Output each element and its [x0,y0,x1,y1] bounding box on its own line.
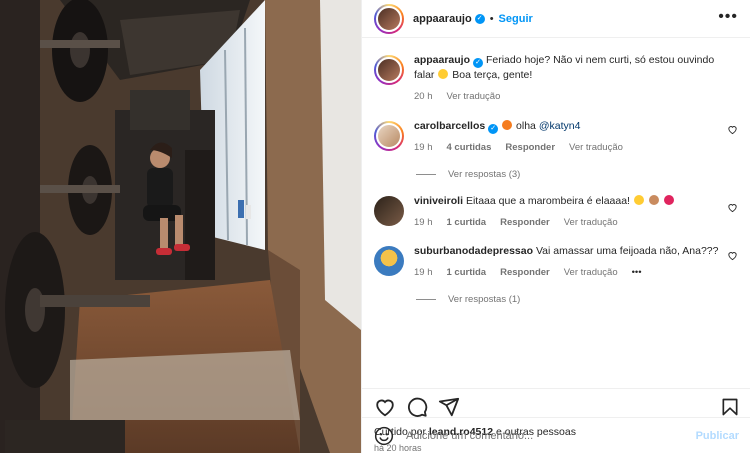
commenter-avatar[interactable] [374,246,404,276]
verified-icon: ✓ [488,124,499,134]
publish-button[interactable]: Publicar [696,430,739,442]
replies-line [416,174,436,175]
comment-mention[interactable]: @katyn4 [539,120,581,132]
fire-emoji-icon [502,120,513,130]
view-replies-button[interactable]: Ver respostas (3) [416,169,738,180]
flex-emoji-icon [648,195,659,205]
comment-time[interactable]: 19 h [414,217,433,228]
gym-photo-image [0,0,361,453]
heart-icon[interactable] [374,396,396,418]
comment-text: carolbarcellos ✓ olha @katyn4 [414,119,724,134]
view-replies-label: Ver respostas (3) [448,169,521,180]
replies-line [416,299,436,300]
comment-text: viniveiroli Eitaaa que a marombeira é el… [414,194,724,209]
caption: appaaraujo ✓ Feriado hoje? Não vi nem cur… [374,38,738,102]
like-comment-heart-icon[interactable] [727,250,738,261]
author-username[interactable]: appaaraujo [413,13,472,25]
comment-time[interactable]: 19 h [414,267,433,278]
comment-meta: 19 h 1 curtida Responder Ver tradução ••… [414,267,724,278]
laugh-emoji-icon [633,195,644,205]
comment-time[interactable]: 19 h [414,142,433,153]
comment: viniveiroli Eitaaa que a marombeira é el… [374,180,738,228]
caption-translate-link[interactable]: Ver tradução [447,91,501,102]
comment-text: suburbanodadepressao Vai amassar uma fei… [414,244,724,259]
commenter-avatar[interactable] [374,121,404,151]
comment: suburbanodadepressao Vai amassar uma fei… [374,228,738,278]
view-replies-button[interactable]: Ver respostas (1) [416,294,738,305]
share-icon[interactable] [438,396,460,418]
view-replies-label: Ver respostas (1) [448,294,521,305]
comments-list[interactable]: appaaraujo ✓ Feriado hoje? Não vi nem cur… [362,38,750,388]
post-details-panel: appaaraujo ✓ • Seguir ••• appaaraujo ✓ Fe… [361,0,750,453]
comment-likes[interactable]: 1 curtida [447,217,487,228]
comment-body: olha [516,120,536,132]
comment-more-icon[interactable]: ••• [632,267,642,278]
comment-meta: 19 h 4 curtidas Responder Ver tradução [414,142,724,153]
caption-text: appaaraujo ✓ Feriado hoje? Não vi nem cur… [414,53,724,83]
comment: carolbarcellos ✓ olha @katyn4 19 h 4 curt… [374,102,738,153]
author-avatar[interactable] [374,3,404,34]
add-comment-bar: Adicione um comentário... Publicar [362,417,750,453]
comment-likes[interactable]: 4 curtidas [447,142,492,153]
reply-button[interactable]: Responder [500,267,550,278]
like-comment-heart-icon[interactable] [727,202,738,213]
translate-link[interactable]: Ver tradução [569,142,623,153]
more-options-icon[interactable]: ••• [718,9,738,25]
instagram-post-view: appaaraujo ✓ • Seguir ••• appaaraujo ✓ Fe… [0,0,750,453]
bookmark-icon[interactable] [720,397,740,417]
separator-dot: • [489,12,494,25]
grimace-emoji-icon [438,69,449,79]
comment-body: Vai amassar uma feijoada não, Ana??? [535,245,719,257]
verified-icon: ✓ [473,58,484,68]
comment-meta: 19 h 1 curtida Responder Ver tradução [414,217,724,228]
emoji-icon[interactable] [374,426,394,446]
caption-avatar[interactable] [374,55,404,85]
verified-icon: ✓ [474,13,485,24]
comment-icon[interactable] [406,396,428,418]
reply-button[interactable]: Responder [505,142,555,153]
caption-meta: 20 h Ver tradução [414,91,724,102]
commenter-avatar[interactable] [374,196,404,226]
comment-username[interactable]: suburbanodadepressao [414,245,533,257]
red-heart-emoji-icon [663,195,674,205]
post-header: appaaraujo ✓ • Seguir ••• [362,0,750,38]
caption-username[interactable]: appaaraujo [414,54,470,66]
comment-username[interactable]: carolbarcellos [414,120,485,132]
reply-button[interactable]: Responder [500,217,550,228]
translate-link[interactable]: Ver tradução [564,217,618,228]
translate-link[interactable]: Ver tradução [564,267,618,278]
comment-username[interactable]: viniveiroli [414,195,463,207]
post-photo[interactable] [0,0,361,453]
like-comment-heart-icon[interactable] [727,124,738,135]
caption-time[interactable]: 20 h [414,91,433,102]
comment-likes[interactable]: 1 curtida [447,267,487,278]
caption-end: Boa terça, gente! [452,69,533,81]
follow-button[interactable]: Seguir [499,13,533,25]
comment-input[interactable]: Adicione um comentário... [406,430,533,442]
comment-body: Eitaaa que a marombeira é elaaaa! [465,195,630,207]
